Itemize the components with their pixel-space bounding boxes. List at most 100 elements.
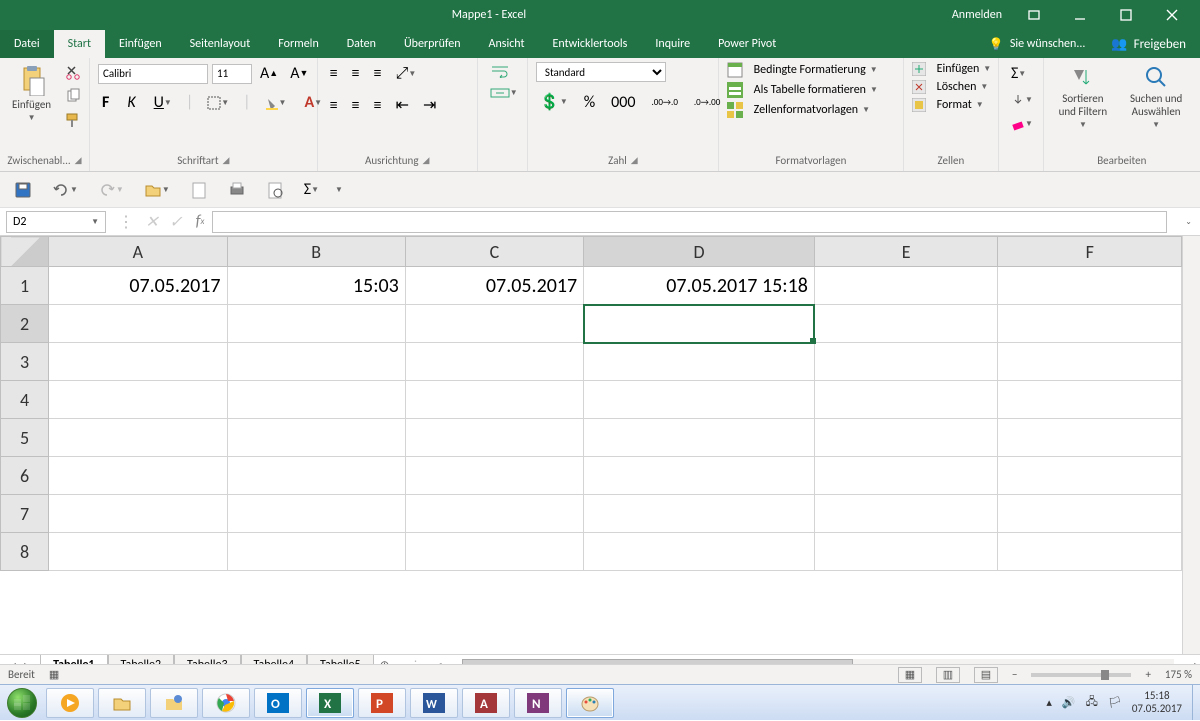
font-size-input[interactable]	[212, 64, 252, 84]
ribbon-display-icon[interactable]	[1020, 8, 1048, 22]
column-header[interactable]: A	[49, 237, 227, 267]
cell[interactable]	[584, 381, 815, 419]
align-middle-icon[interactable]: ≡	[348, 62, 364, 85]
task-word[interactable]: W	[410, 688, 458, 718]
cell[interactable]	[405, 533, 583, 571]
align-bottom-icon[interactable]: ≡	[370, 62, 386, 85]
wrap-text-button[interactable]	[486, 62, 514, 80]
cell[interactable]	[584, 533, 815, 571]
cell[interactable]	[405, 457, 583, 495]
select-all-corner[interactable]	[1, 237, 49, 267]
vertical-scrollbar[interactable]	[1182, 236, 1200, 654]
cell[interactable]	[584, 343, 815, 381]
maximize-icon[interactable]	[1112, 8, 1140, 22]
cell[interactable]	[998, 457, 1182, 495]
row-header[interactable]: 4	[1, 381, 49, 419]
tray-expand-icon[interactable]: ▴	[1046, 696, 1052, 709]
underline-button[interactable]: U▼	[150, 91, 176, 114]
minimize-icon[interactable]	[1066, 8, 1094, 22]
page-layout-view-button[interactable]: ▥	[936, 667, 960, 683]
flag-icon[interactable]: 🏳	[1108, 696, 1122, 709]
page-break-view-button[interactable]: ▤	[974, 667, 998, 683]
percent-format-icon[interactable]: %	[580, 91, 599, 114]
increase-decimal-icon[interactable]: .00→.0	[648, 95, 682, 110]
tab-start[interactable]: Start	[54, 30, 105, 58]
cell[interactable]	[584, 305, 815, 343]
cancel-edit-icon[interactable]: ✕	[140, 212, 164, 232]
undo-button[interactable]: ▼	[48, 179, 82, 201]
fill-button[interactable]: ▼	[1007, 91, 1037, 109]
tab-inquire[interactable]: Inquire	[641, 30, 704, 58]
merge-center-button[interactable]: ▼	[486, 84, 522, 102]
show-desktop-button[interactable]	[1192, 685, 1200, 720]
login-link[interactable]: Anmelden	[952, 8, 1002, 22]
cell[interactable]	[405, 305, 583, 343]
tab-file[interactable]: Datei	[0, 30, 54, 58]
cell[interactable]	[227, 343, 405, 381]
find-select-button[interactable]: Suchen und Auswählen▼	[1120, 62, 1192, 132]
cell[interactable]	[227, 381, 405, 419]
spreadsheet-grid[interactable]: ABCDEF107.05.201715:0307.05.201707.05.20…	[0, 236, 1200, 654]
tab-formulas[interactable]: Formeln	[264, 30, 332, 58]
borders-button[interactable]: ▼	[203, 94, 233, 112]
align-right-icon[interactable]: ≡	[370, 94, 386, 117]
cell-styles-button[interactable]: Zellenformatvorlagen▼	[727, 102, 870, 118]
cell[interactable]	[814, 533, 998, 571]
paste-button[interactable]: Einfügen ▼	[8, 62, 55, 125]
format-cells-button[interactable]: Format▼	[912, 98, 984, 112]
cell[interactable]	[814, 267, 998, 305]
task-powerpoint[interactable]: P	[358, 688, 406, 718]
align-top-icon[interactable]: ≡	[326, 62, 342, 85]
cell[interactable]	[814, 419, 998, 457]
volume-icon[interactable]: 🔊	[1062, 696, 1076, 709]
comma-format-icon[interactable]: 000	[607, 91, 639, 114]
align-center-icon[interactable]: ≡	[348, 94, 364, 117]
sum-button[interactable]: Σ▼	[300, 178, 323, 201]
zoom-level[interactable]: 175 %	[1165, 668, 1192, 681]
row-header[interactable]: 2	[1, 305, 49, 343]
normal-view-button[interactable]: ▦	[898, 667, 922, 683]
cell[interactable]	[405, 381, 583, 419]
task-chrome[interactable]	[202, 688, 250, 718]
cut-button[interactable]	[61, 62, 85, 82]
accounting-format-icon[interactable]: 💲▼	[536, 90, 572, 114]
row-header[interactable]: 7	[1, 495, 49, 533]
close-icon[interactable]	[1158, 8, 1186, 22]
delete-cells-button[interactable]: Löschen▼	[912, 80, 988, 94]
cell[interactable]	[998, 343, 1182, 381]
align-left-icon[interactable]: ≡	[326, 94, 342, 117]
cell[interactable]	[998, 267, 1182, 305]
zoom-slider[interactable]	[1031, 673, 1131, 677]
cell[interactable]	[49, 381, 227, 419]
network-icon[interactable]: 🖧	[1086, 693, 1098, 712]
fill-color-button[interactable]: ▼	[261, 94, 291, 112]
autosum-button[interactable]: Σ▼	[1007, 62, 1030, 85]
insert-function-icon[interactable]: fx	[188, 212, 212, 231]
cell[interactable]	[405, 495, 583, 533]
zoom-in-button[interactable]: +	[1145, 668, 1150, 681]
copy-button[interactable]	[61, 86, 85, 106]
qat-more-icon[interactable]: ▼	[335, 185, 343, 195]
cell[interactable]	[49, 343, 227, 381]
task-paint[interactable]	[566, 688, 614, 718]
launcher-icon[interactable]: ◢	[223, 155, 230, 166]
number-format-select[interactable]: Standard	[536, 62, 666, 82]
cell[interactable]	[227, 533, 405, 571]
cell[interactable]	[584, 495, 815, 533]
cell[interactable]	[998, 495, 1182, 533]
cell[interactable]	[49, 533, 227, 571]
column-header[interactable]: D	[584, 237, 815, 267]
launcher-icon[interactable]: ◢	[75, 155, 82, 166]
row-header[interactable]: 6	[1, 457, 49, 495]
decrease-font-icon[interactable]: A▼	[286, 62, 312, 85]
print-preview-button[interactable]	[262, 179, 288, 201]
sort-filter-button[interactable]: Sortieren und Filtern▼	[1052, 62, 1115, 132]
cell[interactable]	[227, 457, 405, 495]
cell[interactable]: 07.05.2017	[49, 267, 227, 305]
launcher-icon[interactable]: ◢	[423, 155, 430, 166]
column-header[interactable]: F	[998, 237, 1182, 267]
row-header[interactable]: 5	[1, 419, 49, 457]
formula-input[interactable]	[212, 211, 1167, 233]
italic-button[interactable]: K	[123, 91, 139, 114]
bold-button[interactable]: F	[98, 91, 113, 114]
